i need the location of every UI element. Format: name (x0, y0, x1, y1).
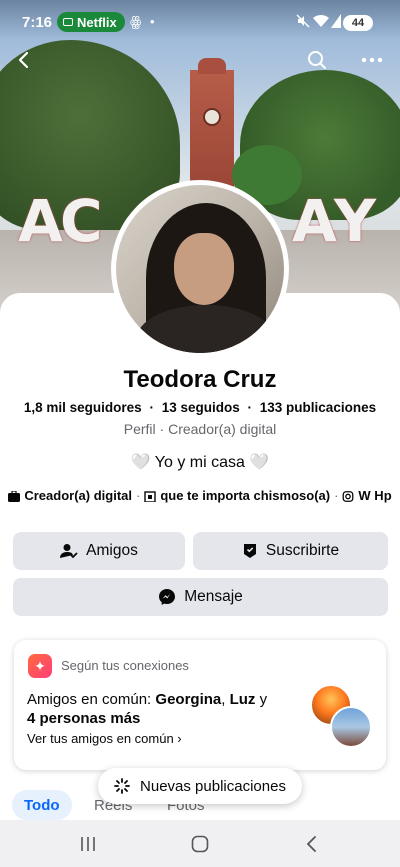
mutual-connections-card[interactable]: ✦ Según tus conexiones Amigos en común: … (14, 640, 386, 770)
more-options-button[interactable] (356, 44, 388, 76)
mutual-friend-avatar (330, 706, 372, 748)
new-posts-label: Nuevas publicaciones (140, 777, 286, 795)
instagram-detail[interactable]: W Hp (342, 488, 392, 503)
avatar-face (174, 233, 234, 305)
new-posts-button[interactable]: Nuevas publicaciones (98, 768, 302, 804)
profile-avatar[interactable] (111, 180, 289, 358)
subscribe-button-label: Suscribirte (265, 542, 340, 559)
profile-bio: 🤍 Yo y mi casa 🤍 (130, 454, 270, 471)
subscribe-badge-icon (243, 544, 256, 558)
tab-all[interactable]: Todo (12, 790, 72, 820)
recent-apps-icon (81, 837, 95, 851)
briefcase-icon (8, 491, 21, 503)
mutual-prefix: Amigos en común: (27, 691, 156, 708)
sparkle-icon: ✦ (28, 654, 52, 678)
cover-letter: C (60, 187, 103, 255)
subscribe-button[interactable]: Suscribirte (193, 532, 388, 570)
building-icon (144, 491, 157, 503)
back-arrow-icon (18, 51, 29, 69)
details-separator: · (334, 488, 339, 503)
mutual-friends-line: Amigos en común: Georgina, Luz y (27, 691, 267, 708)
netflix-pill-label: Netflix (77, 14, 117, 30)
mutual-tail: y (255, 691, 268, 708)
following-count[interactable]: 13 seguidos (162, 400, 240, 415)
details-separator: · (135, 488, 141, 503)
profile-details: Creador(a) digital · que te importa chis… (0, 488, 400, 503)
creator-detail-label: Creador(a) digital (24, 488, 132, 503)
more-dots-icon (361, 57, 383, 63)
status-bar: 7:16 Netflix ꙮ • 44 (0, 10, 400, 34)
mutual-separator: , (221, 691, 230, 708)
recent-apps-button[interactable] (74, 830, 102, 858)
netflix-pill: Netflix (57, 12, 125, 32)
instagram-detail-label: W Hp (358, 488, 392, 503)
profile-category: Perfil · Creador(a) digital (123, 421, 277, 437)
message-button[interactable]: Mensaje (13, 578, 388, 616)
connections-title: Según tus conexiones (61, 658, 189, 673)
mutual-more-count: 4 personas más (27, 710, 141, 727)
followers-count[interactable]: 1,8 mil seguidores (24, 400, 142, 415)
chevron-left-icon (306, 836, 316, 852)
profile-stats: 1,8 mil seguidores · 13 seguidos · 133 p… (0, 400, 400, 415)
home-icon (191, 835, 209, 853)
avatar-photo (116, 185, 284, 353)
workplace-detail-label: que te importa chismoso(a) (160, 488, 331, 503)
friend-check-icon (60, 544, 78, 559)
mutual-friend-name: Luz (229, 691, 256, 708)
back-button[interactable] (8, 44, 40, 76)
cover-clock (203, 108, 221, 126)
messenger-icon (159, 589, 176, 605)
camera-icon (63, 18, 73, 26)
home-button[interactable] (186, 830, 214, 858)
workplace-detail: que te importa chismoso(a) (144, 488, 330, 503)
cover-clock-tower (190, 58, 234, 190)
message-button-label: Mensaje (184, 588, 243, 605)
posts-count[interactable]: 133 publicaciones (260, 400, 376, 415)
signal-icon (331, 14, 341, 31)
creator-detail: Creador(a) digital (8, 488, 132, 503)
system-back-button[interactable] (298, 830, 326, 858)
notification-icon: ꙮ (130, 14, 142, 29)
mutual-friend-name: Georgina (155, 691, 222, 708)
cover-letter: A (18, 187, 63, 255)
search-button[interactable] (301, 44, 333, 76)
dot-icon: • (150, 14, 155, 29)
battery-indicator: 44 (343, 15, 373, 31)
profile-name: Teodora Cruz (123, 366, 277, 393)
friends-button[interactable]: Amigos (13, 532, 185, 570)
system-navigation-bar (0, 820, 400, 867)
stats-separator: · (149, 400, 154, 415)
stats-separator: · (247, 400, 253, 415)
status-time: 7:16 (22, 14, 53, 31)
loading-spinner-icon (114, 778, 130, 794)
wifi-icon (313, 14, 329, 31)
cover-letter: Y (334, 187, 376, 255)
see-mutual-friends-link[interactable]: Ver tus amigos en común › (27, 731, 182, 746)
mute-icon (296, 14, 310, 31)
instagram-icon (343, 491, 354, 502)
friends-button-label: Amigos (86, 542, 138, 559)
cover-letter: A (292, 187, 337, 255)
search-icon (308, 51, 326, 69)
